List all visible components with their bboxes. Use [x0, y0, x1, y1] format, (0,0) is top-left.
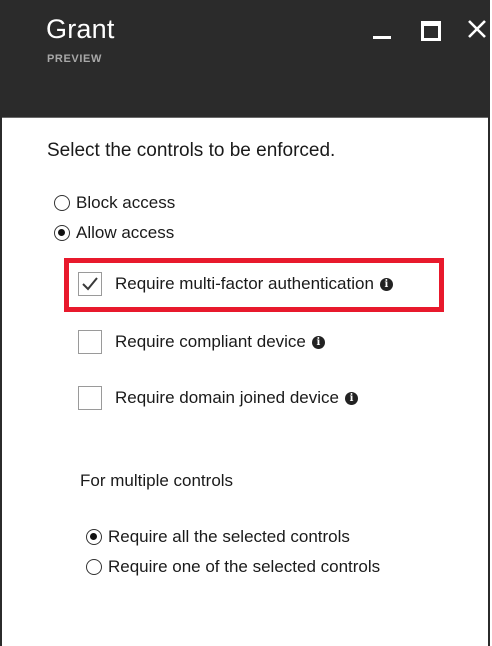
close-icon: [468, 20, 486, 38]
block-access-radio[interactable]: [54, 195, 70, 211]
allow-access-label: Allow access: [76, 223, 175, 242]
info-icon[interactable]: i: [311, 335, 325, 349]
info-icon[interactable]: i: [379, 277, 393, 291]
require-all-radio[interactable]: [86, 529, 102, 545]
minimize-icon: [373, 36, 391, 39]
blade-title: Grant: [46, 14, 115, 44]
require-domain-joined-device-option[interactable]: Require domain joined device i: [78, 386, 358, 410]
minimize-button[interactable]: [370, 16, 396, 42]
allow-access-option[interactable]: Allow access: [54, 223, 174, 243]
multiple-controls-label: For multiple controls: [80, 471, 234, 490]
require-mfa-label: Require multi-factor authentication: [115, 274, 374, 293]
require-mfa-checkbox[interactable]: [78, 272, 102, 296]
grant-blade: Grant PREVIEW Select the controls to be …: [0, 0, 490, 646]
block-access-label: Block access: [76, 193, 176, 212]
require-all-label: Require all the selected controls: [108, 527, 350, 546]
require-compliant-device-option[interactable]: Require compliant device i: [78, 330, 325, 354]
info-icon[interactable]: i: [344, 391, 358, 405]
allow-access-radio[interactable]: [54, 225, 70, 241]
require-compliant-device-label: Require compliant device: [115, 332, 306, 351]
require-one-label: Require one of the selected controls: [108, 557, 381, 576]
close-button[interactable]: [464, 16, 490, 42]
maximize-button[interactable]: [418, 16, 444, 42]
require-compliant-device-checkbox[interactable]: [78, 330, 102, 354]
blade-header: Grant PREVIEW: [2, 0, 488, 118]
checkmark-icon: [82, 277, 98, 291]
maximize-icon: [421, 21, 441, 41]
require-domain-joined-device-label: Require domain joined device: [115, 388, 339, 407]
require-all-option[interactable]: Require all the selected controls: [86, 527, 350, 547]
require-domain-joined-device-checkbox[interactable]: [78, 386, 102, 410]
instructions-text: Select the controls to be enforced.: [47, 140, 336, 161]
require-one-option[interactable]: Require one of the selected controls: [86, 557, 380, 577]
blade-subtitle: PREVIEW: [47, 53, 102, 65]
require-mfa-option[interactable]: Require multi-factor authentication i: [78, 272, 393, 296]
require-one-radio[interactable]: [86, 559, 102, 575]
block-access-option[interactable]: Block access: [54, 193, 175, 213]
